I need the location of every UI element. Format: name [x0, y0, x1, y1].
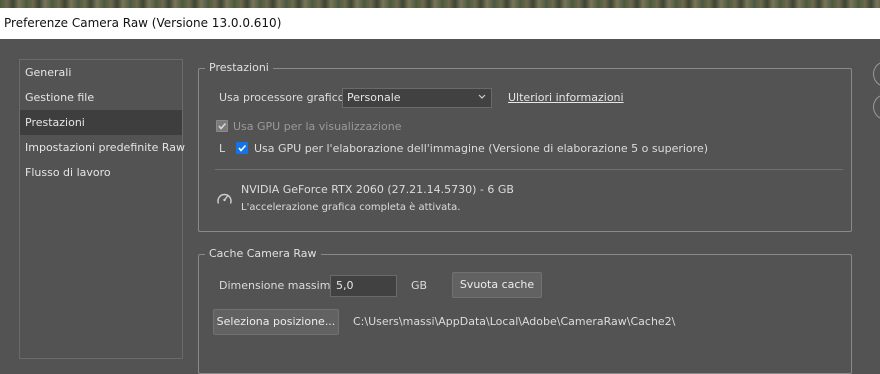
window-title: Preferenze Camera Raw (Versione 13.0.0.6… [0, 8, 880, 39]
purge-cache-button[interactable]: Svuota cache [452, 272, 542, 298]
gpu-label: Usa processore grafico: [219, 91, 349, 104]
performance-divider [215, 169, 843, 170]
checkmark-icon [218, 122, 227, 130]
gpu-processing-label: Usa GPU per l'elaborazione dell'immagine… [254, 142, 708, 155]
sidebar-item-generali[interactable]: Generali [20, 60, 182, 85]
max-size-input[interactable]: 5,0 [330, 275, 397, 297]
gpu-processor-select[interactable]: Personale [342, 88, 492, 108]
more-info-link[interactable]: Ulteriori informazioni [508, 91, 624, 104]
sidebar: Generali Gestione file Prestazioni Impos… [19, 59, 185, 359]
sidebar-item-prestazioni[interactable]: Prestazioni [20, 110, 182, 135]
gpu-processing-prefix: L [219, 142, 226, 155]
chevron-down-icon [478, 94, 486, 99]
gpu-status: L'accelerazione grafica completa è attiv… [241, 202, 461, 213]
gpu-display-label: Usa GPU per la visualizzazione [233, 120, 402, 133]
performance-group: Prestazioni Usa processore grafico: Pers… [198, 61, 852, 232]
sidebar-item-gestione-file[interactable]: Gestione file [20, 85, 182, 110]
gpu-name: NVIDIA GeForce RTX 2060 (27.21.14.5730) … [241, 183, 514, 196]
gpu-processor-value: Personale [347, 91, 401, 104]
gpu-processing-checkbox[interactable] [236, 142, 248, 154]
gauge-icon [217, 193, 232, 204]
background-photo-strip [0, 0, 880, 8]
preferences-content: Generali Gestione file Prestazioni Impos… [0, 39, 880, 374]
cancel-button-edge[interactable] [873, 94, 880, 120]
max-size-unit: GB [411, 279, 428, 292]
ok-button-edge[interactable] [873, 61, 880, 87]
select-location-button[interactable]: Seleziona posizione... [213, 309, 339, 335]
gpu-display-checkbox[interactable] [216, 120, 228, 132]
checkmark-icon [238, 144, 247, 152]
cache-group: Cache Camera Raw Dimensione massima: 5,0… [198, 247, 852, 374]
sidebar-item-flusso-di-lavoro[interactable]: Flusso di lavoro [20, 160, 182, 185]
max-size-label: Dimensione massima: [219, 279, 341, 292]
cache-legend: Cache Camera Raw [205, 247, 321, 260]
cache-path: C:\Users\massi\AppData\Local\Adobe\Camer… [353, 315, 676, 328]
sidebar-item-impostazioni-predefinite-raw[interactable]: Impostazioni predefinite Raw [20, 135, 185, 160]
performance-legend: Prestazioni [205, 61, 273, 74]
